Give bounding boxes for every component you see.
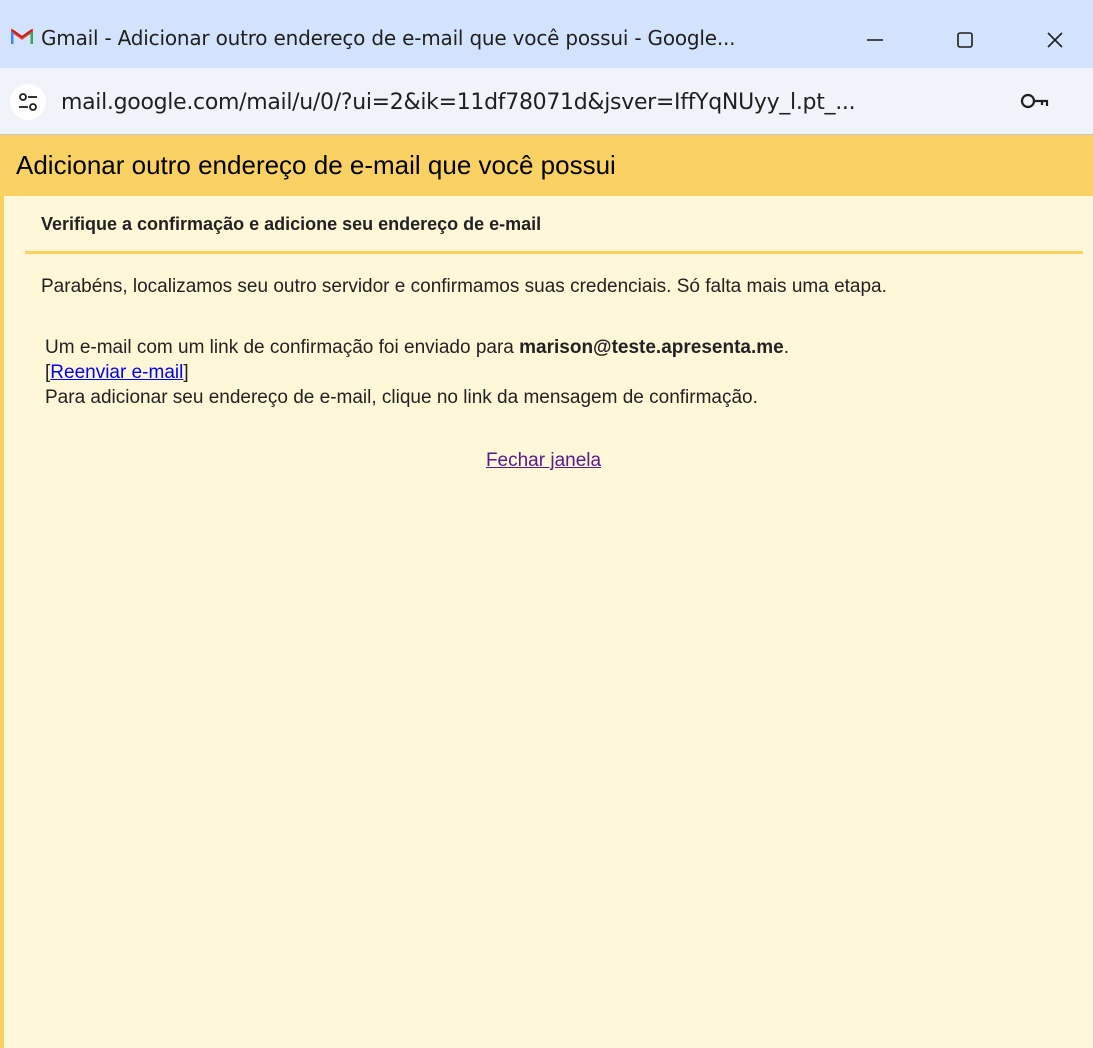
url-text[interactable]: mail.google.com/mail/u/0/?ui=2&ik=11df78… <box>61 90 856 115</box>
close-icon <box>1047 32 1063 48</box>
maximize-icon <box>957 32 973 48</box>
dialog-page: Adicionar outro endereço de e-mail que v… <box>0 135 1093 1048</box>
maximize-button[interactable] <box>935 18 995 62</box>
period: . <box>783 337 790 358</box>
window-title: Gmail - Adicionar outro endereço de e-ma… <box>41 26 736 50</box>
success-message: Parabéns, localizamos seu outro servidor… <box>41 276 887 297</box>
close-link-container: Fechar janela <box>4 450 1093 472</box>
page-header: Adicionar outro endereço de e-mail que v… <box>4 135 1093 196</box>
confirmation-text: Um e-mail com um link de confirmação foi… <box>45 337 520 358</box>
resend-email-link[interactable]: Reenviar e-mail <box>50 362 183 383</box>
email-address: marison@teste.apresenta.me <box>519 337 784 358</box>
bracket-close: ] <box>183 362 189 383</box>
subheading: Verifique a confirmação e adicione seu e… <box>25 196 1083 254</box>
instruction-text: Para adicionar seu endereço de e-mail, c… <box>45 387 758 408</box>
address-bar: mail.google.com/mail/u/0/?ui=2&ik=11df78… <box>0 68 1093 135</box>
site-info-icon <box>19 93 37 111</box>
minimize-icon <box>867 39 883 41</box>
confirmation-message: Um e-mail com um link de confirmação foi… <box>45 335 1053 410</box>
gmail-icon <box>11 28 33 44</box>
key-icon[interactable] <box>1020 92 1050 110</box>
close-window-link[interactable]: Fechar janela <box>486 450 601 471</box>
site-info-button[interactable] <box>10 84 46 120</box>
close-window-button[interactable] <box>1025 18 1085 62</box>
minimize-button[interactable] <box>845 18 905 62</box>
